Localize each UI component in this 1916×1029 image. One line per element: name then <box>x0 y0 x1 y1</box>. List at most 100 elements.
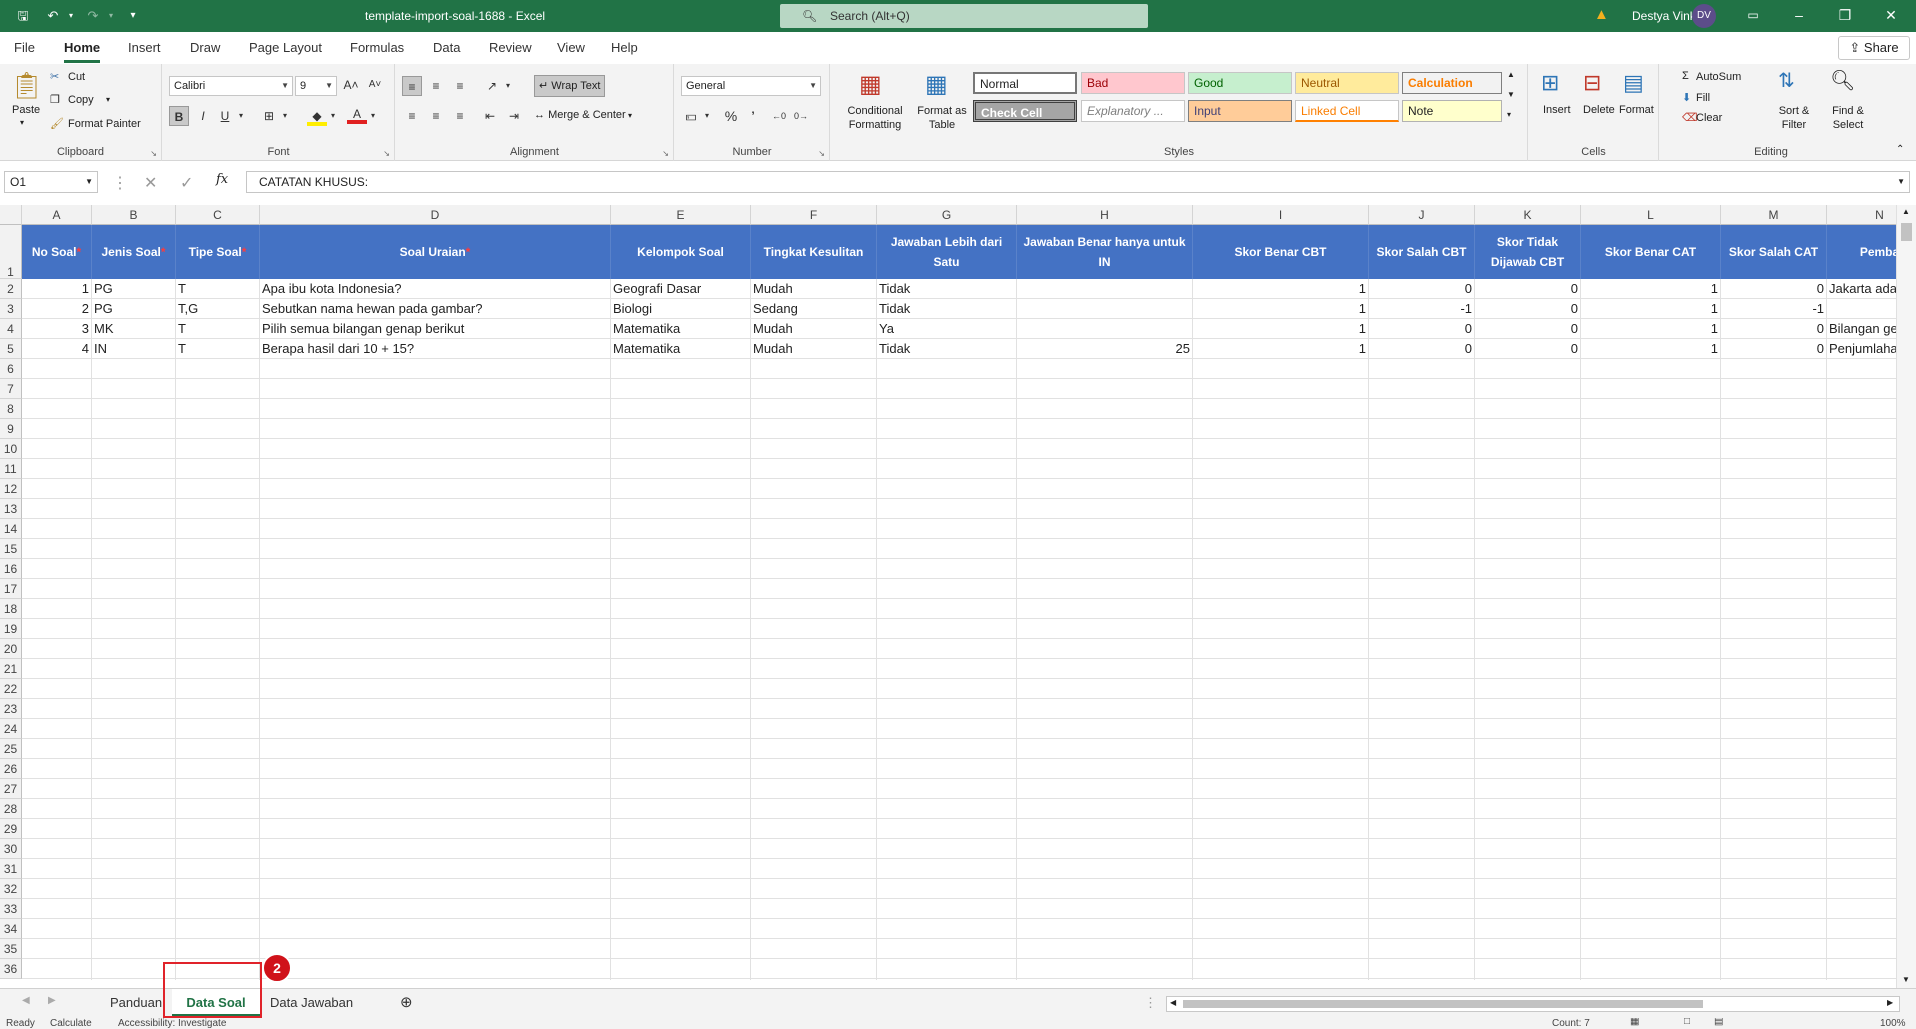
tab-splitter-icon[interactable]: ⋮ <box>1144 995 1157 1011</box>
header-cell[interactable]: Soal Uraian * <box>260 225 611 279</box>
table-cell[interactable]: 1 <box>1581 339 1721 359</box>
header-cell[interactable]: Skor Salah CAT <box>1721 225 1827 279</box>
worksheet-grid[interactable]: A B C D E F G H I J K L M N 1 2 3 4 5 6 7 8 9 10 11 12 13 14 15 16 17 1… <box>0 205 1916 980</box>
table-cell[interactable]: 0 <box>1721 339 1827 359</box>
row-header[interactable]: 1 <box>0 225 22 279</box>
row-header[interactable]: 20 <box>0 639 22 659</box>
table-cell[interactable]: Mudah <box>751 279 877 299</box>
table-cell[interactable]: T <box>176 319 260 339</box>
table-cell[interactable]: 1 <box>1193 319 1369 339</box>
row-header[interactable]: 33 <box>0 899 22 919</box>
table-cell[interactable]: Sebutkan nama hewan pada gambar? <box>260 299 611 319</box>
column-header-k[interactable]: K <box>1475 205 1581 225</box>
table-cell[interactable]: 25 <box>1017 339 1193 359</box>
copy-dropdown-icon[interactable]: ▾ <box>106 95 110 104</box>
style-neutral[interactable]: Neutral <box>1295 72 1399 94</box>
align-bottom-icon[interactable]: ≡ <box>450 76 470 96</box>
paste-button[interactable]: Paste <box>12 104 40 116</box>
row-header[interactable]: 15 <box>0 539 22 559</box>
row-header[interactable]: 26 <box>0 759 22 779</box>
copy-button[interactable]: Copy <box>68 94 94 106</box>
column-header-j[interactable]: J <box>1369 205 1475 225</box>
format-as-table-button[interactable]: Format as Table <box>913 104 971 132</box>
table-cell[interactable]: Tidak <box>877 299 1017 319</box>
cut-button[interactable]: Cut <box>68 71 85 83</box>
bold-button[interactable]: B <box>169 106 189 126</box>
row-header[interactable]: 2 <box>0 279 22 299</box>
table-cell[interactable]: PG <box>92 299 176 319</box>
scroll-down-icon[interactable]: ▼ <box>1902 975 1910 984</box>
search-box[interactable]: 🔍︎ Search (Alt+Q) <box>780 4 1148 28</box>
table-cell[interactable]: 0 <box>1721 279 1827 299</box>
column-header-g[interactable]: G <box>877 205 1017 225</box>
scroll-thumb[interactable] <box>1901 223 1912 241</box>
row-header[interactable]: 5 <box>0 339 22 359</box>
row-header[interactable]: 16 <box>0 559 22 579</box>
row-header[interactable]: 10 <box>0 439 22 459</box>
column-header-l[interactable]: L <box>1581 205 1721 225</box>
table-cell[interactable]: 1 <box>1581 279 1721 299</box>
status-calculate[interactable]: Calculate <box>50 1018 92 1029</box>
redo-icon[interactable]: ↷ <box>84 7 102 25</box>
tab-insert[interactable]: Insert <box>128 40 161 55</box>
decrease-font-size-icon[interactable]: A˅ <box>365 75 385 95</box>
row-header[interactable]: 34 <box>0 919 22 939</box>
row-header[interactable]: 24 <box>0 719 22 739</box>
delete-cells-button[interactable]: Delete <box>1583 104 1615 116</box>
row-header[interactable]: 35 <box>0 939 22 959</box>
row-header[interactable]: 6 <box>0 359 22 379</box>
style-input[interactable]: Input <box>1188 100 1292 122</box>
status-accessibility[interactable]: Accessibility: Investigate <box>118 1018 226 1029</box>
header-cell[interactable]: Tipe Soal * <box>176 225 260 279</box>
table-cell[interactable]: IN <box>92 339 176 359</box>
insert-cells-button[interactable]: Insert <box>1543 104 1571 116</box>
normal-view-icon[interactable]: ▦ <box>1630 1018 1639 1027</box>
table-cell[interactable]: Mudah <box>751 319 877 339</box>
table-cell[interactable]: 0 <box>1369 319 1475 339</box>
table-cell[interactable]: Matematika <box>611 319 751 339</box>
table-cell[interactable]: T,G <box>176 299 260 319</box>
header-cell[interactable]: Skor Tidak Dijawab CBT <box>1475 225 1581 279</box>
styles-more-icon[interactable]: ▾ <box>1507 110 1511 119</box>
header-cell[interactable]: No Soal * <box>22 225 92 279</box>
save-icon[interactable]: 🖫 <box>14 7 32 25</box>
increase-indent-icon[interactable]: ⇥ <box>504 106 524 126</box>
conditional-formatting-button[interactable]: Conditional Formatting <box>841 104 909 132</box>
table-cell[interactable]: 2 <box>22 299 92 319</box>
comma-style-icon[interactable]: ’ <box>743 106 763 126</box>
row-header[interactable]: 14 <box>0 519 22 539</box>
borders-dropdown-icon[interactable]: ▾ <box>275 106 295 126</box>
italic-button[interactable]: I <box>193 106 213 126</box>
tab-review[interactable]: Review <box>489 40 532 55</box>
select-all-corner[interactable] <box>0 205 22 225</box>
table-cell[interactable]: Pilih semua bilangan genap berikut <box>260 319 611 339</box>
minimize-icon[interactable]: – <box>1776 0 1822 32</box>
page-break-view-icon[interactable]: ▤ <box>1714 1018 1723 1027</box>
row-header[interactable]: 25 <box>0 739 22 759</box>
scroll-up-icon[interactable]: ▲ <box>1902 207 1910 216</box>
header-cell[interactable]: Skor Benar CAT <box>1581 225 1721 279</box>
table-cell[interactable]: 1 <box>22 279 92 299</box>
tab-formulas[interactable]: Formulas <box>350 40 404 55</box>
sheet-tab-panduan[interactable]: Panduan <box>110 995 162 1010</box>
header-cell[interactable]: Skor Benar CBT <box>1193 225 1369 279</box>
header-cell[interactable]: Kelompok Soal <box>611 225 751 279</box>
increase-decimal-icon[interactable]: ←0 <box>769 106 789 126</box>
table-cell[interactable]: Berapa hasil dari 10 + 15? <box>260 339 611 359</box>
style-explanatory[interactable]: Explanatory ... <box>1081 100 1185 122</box>
styles-scroll-up-icon[interactable]: ▲ <box>1507 70 1515 79</box>
table-cell[interactable]: Geografi Dasar <box>611 279 751 299</box>
row-header[interactable]: 13 <box>0 499 22 519</box>
align-center-icon[interactable]: ≡ <box>426 106 446 126</box>
header-cell[interactable]: Jawaban Benar hanya untuk IN <box>1017 225 1193 279</box>
add-sheet-icon[interactable]: ⊕ <box>400 993 413 1011</box>
row-header[interactable]: 19 <box>0 619 22 639</box>
table-cell[interactable]: Sedang <box>751 299 877 319</box>
table-cell[interactable]: 1 <box>1193 299 1369 319</box>
row-header[interactable]: 3 <box>0 299 22 319</box>
scroll-right-icon[interactable]: ▶ <box>1887 998 1893 1007</box>
table-cell[interactable] <box>1017 319 1193 339</box>
undo-icon[interactable]: ↶ <box>44 7 62 25</box>
table-cell[interactable]: 0 <box>1721 319 1827 339</box>
collapse-ribbon-icon[interactable]: ⌃ <box>1896 144 1904 155</box>
